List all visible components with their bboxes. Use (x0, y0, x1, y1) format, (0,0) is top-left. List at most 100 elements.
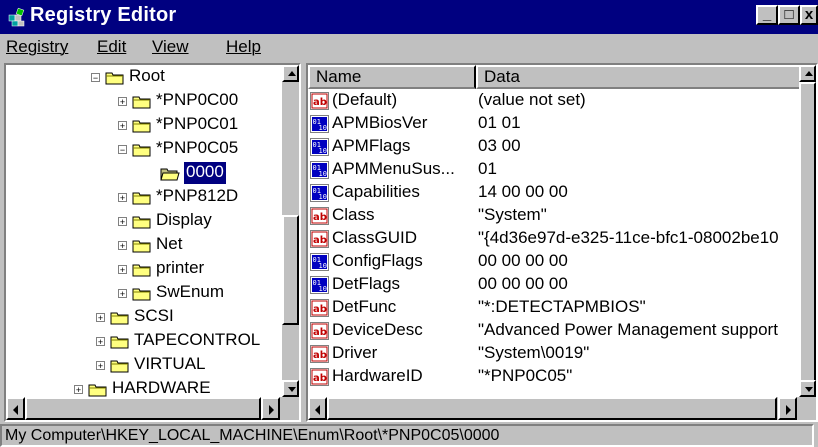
key-tree-pane[interactable]: − Root + *PNP0C00 + *PNP0C01 − *PNP0C05 0000 + *PN… (4, 63, 301, 422)
tree-item-label: SCSI (134, 306, 174, 325)
string-value-icon: ab (310, 230, 329, 248)
minimize-button[interactable]: _ (756, 5, 778, 25)
close-button[interactable]: x (800, 5, 818, 25)
list-row[interactable]: 01 10 APMBiosVer 01 01 (308, 113, 799, 136)
list-row[interactable]: ab Class "System" (308, 205, 799, 228)
tree-item-label: Net (156, 234, 183, 253)
binary-value-icon: 0110 (310, 184, 329, 202)
list-row[interactable]: 01 10 DetFlags 00 00 00 00 (308, 274, 799, 297)
string-value-icon: ab (310, 299, 329, 317)
svg-text:ab: ab (313, 97, 327, 108)
expand-icon[interactable]: + (96, 361, 105, 371)
menu-edit[interactable]: Edit (97, 37, 126, 57)
tree-scroll-left-button[interactable] (6, 397, 25, 420)
tree-scroll-right-button[interactable] (261, 397, 280, 420)
column-header-name[interactable]: Name (308, 65, 476, 89)
svg-text:10: 10 (319, 262, 327, 270)
svg-text:ab: ab (313, 327, 327, 338)
expand-icon[interactable]: + (96, 313, 105, 323)
list-row[interactable]: 01 10 APMMenuSus... 01 (308, 159, 799, 182)
list-row[interactable]: ab HardwareID "*PNP0C05" (308, 366, 799, 389)
value-data: 00 00 00 00 (478, 274, 568, 293)
folder-icon (132, 288, 151, 301)
menu-registry[interactable]: Registry (6, 37, 68, 57)
expand-icon[interactable]: + (74, 385, 83, 395)
string-value-icon: ab (310, 92, 329, 110)
status-path: My Computer\HKEY_LOCAL_MACHINE\Enum\Root… (0, 424, 814, 447)
folder-icon (132, 192, 151, 205)
tree-item-label: *PNP0C01 (156, 114, 239, 133)
tree-item-label: VIRTUAL (134, 354, 206, 373)
tree-item[interactable]: + SCSI (6, 306, 282, 330)
tree-item[interactable]: + printer (6, 258, 282, 282)
down-arrow-icon (805, 387, 813, 392)
tree-scroll-up-button[interactable] (282, 65, 299, 82)
tree-item[interactable]: − *PNP0C05 (6, 138, 282, 162)
svg-text:10: 10 (319, 170, 327, 178)
status-bar: My Computer\HKEY_LOCAL_MACHINE\Enum\Root… (0, 422, 818, 447)
svg-text:ab: ab (313, 350, 327, 361)
menu-help[interactable]: Help (226, 37, 261, 57)
menu-view[interactable]: View (152, 37, 189, 57)
expand-icon[interactable]: + (118, 289, 127, 299)
tree-scroll-down-button[interactable] (282, 380, 299, 397)
column-header-data[interactable]: Data (476, 65, 806, 89)
tree-item[interactable]: + *PNP0C01 (6, 114, 282, 138)
string-value-icon: ab (310, 207, 329, 225)
list-row[interactable]: ab DeviceDesc "Advanced Power Management s… (308, 320, 799, 343)
list-vertical-scrollbar[interactable] (799, 65, 816, 397)
list-horizontal-scrollbar[interactable] (308, 397, 799, 420)
tree-item[interactable]: + *PNP812D (6, 186, 282, 210)
tree-item[interactable]: + Display (6, 210, 282, 234)
expand-icon[interactable]: + (96, 337, 105, 347)
list-row[interactable]: 01 10 Capabilities 14 00 00 00 (308, 182, 799, 205)
tree-item[interactable]: 0000 (6, 161, 282, 186)
list-row[interactable]: 01 10 ConfigFlags 00 00 00 00 (308, 251, 799, 274)
expand-icon[interactable]: + (118, 193, 127, 203)
tree-scroll-thumb[interactable] (282, 215, 299, 325)
list-row[interactable]: 01 10 APMFlags 03 00 (308, 136, 799, 159)
svg-text:10: 10 (319, 285, 327, 293)
tree-item[interactable]: + Net (6, 234, 282, 258)
registry-editor-icon (8, 7, 25, 27)
tree-item[interactable]: + SwEnum (6, 282, 282, 306)
tree-hscroll-thumb[interactable] (25, 397, 261, 420)
left-arrow-icon (315, 405, 320, 415)
tree-item[interactable]: + *PNP0C00 (6, 90, 282, 114)
list-scroll-thumb[interactable] (799, 82, 816, 382)
maximize-button[interactable]: □ (778, 5, 800, 25)
list-hscroll-thumb[interactable] (327, 397, 777, 420)
values-list-pane[interactable]: Name Data ab (Default) (value not set) 01 10… (306, 63, 818, 422)
expand-icon[interactable]: + (118, 121, 127, 131)
scroll-corner (282, 397, 299, 420)
value-name: APMFlags (332, 136, 411, 155)
tree-horizontal-scrollbar[interactable] (6, 397, 282, 420)
collapse-icon[interactable]: − (91, 73, 100, 83)
list-row[interactable]: ab (Default) (value not set) (308, 90, 799, 113)
up-arrow-icon (805, 71, 813, 76)
list-scroll-right-button[interactable] (778, 397, 797, 420)
tree-item[interactable]: + VIRTUAL (6, 354, 282, 378)
list-scroll-up-button[interactable] (799, 65, 816, 82)
list-scroll-down-button[interactable] (799, 380, 816, 397)
folder-icon (132, 264, 151, 277)
title-bar[interactable]: Registry Editor _ □ x (0, 0, 818, 34)
expand-icon[interactable]: + (118, 265, 127, 275)
tree-item[interactable]: + TAPECONTROL (6, 330, 282, 354)
expand-icon[interactable]: + (118, 97, 127, 107)
collapse-icon[interactable]: − (118, 145, 127, 155)
expand-icon[interactable]: + (118, 217, 127, 227)
value-name: Class (332, 205, 375, 224)
folder-icon (110, 360, 129, 373)
list-row[interactable]: ab DetFunc "*:DETECTAPMBIOS" (308, 297, 799, 320)
svg-text:10: 10 (319, 193, 327, 201)
tree-vertical-scrollbar[interactable] (282, 65, 299, 397)
string-value-icon: ab (310, 345, 329, 363)
value-name: Driver (332, 343, 378, 362)
list-row[interactable]: ab ClassGUID "{4d36e97d-e325-11ce-bfc1-080… (308, 228, 799, 251)
tree-item[interactable]: − Root (6, 66, 282, 90)
list-row[interactable]: ab Driver "System\0019" (308, 343, 799, 366)
folder-icon (132, 216, 151, 229)
list-scroll-left-button[interactable] (308, 397, 327, 420)
expand-icon[interactable]: + (118, 241, 127, 251)
